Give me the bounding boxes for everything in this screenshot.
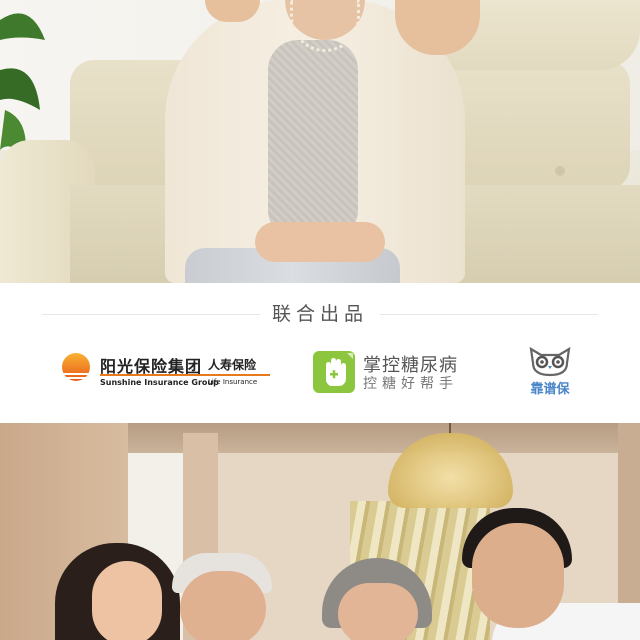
kaopubao-logo: 靠谱保 [525, 345, 575, 397]
zhangkong-logo: 掌控糖尿病 控糖好帮手 [313, 351, 493, 393]
page: 联合出品 阳光保险集团 人寿保险 Sunshine Insurance Grou… [0, 0, 640, 640]
grandfather-face [180, 571, 266, 640]
sun-icon [60, 353, 92, 381]
young-woman-face [92, 561, 162, 640]
sunshine-name-en: Sunshine Insurance Group [100, 378, 219, 387]
heading-row: 联合出品 [0, 297, 640, 331]
sunshine-underline [100, 374, 270, 376]
joint-production-section: 联合出品 阳光保险集团 人寿保险 Sunshine Insurance Grou… [0, 283, 640, 423]
divider-left [42, 314, 260, 315]
family-photo [0, 423, 640, 640]
plant-leaves [0, 13, 45, 158]
zhangkong-slogan: 控糖好帮手 [363, 376, 458, 392]
divider-right [380, 314, 598, 315]
kaopubao-name: 靠谱保 [530, 382, 570, 397]
elderly-woman-photo [0, 0, 640, 283]
grandmother-face [338, 583, 418, 640]
woman-vest [268, 40, 358, 240]
sunshine-name-en-sub: Life Insurance [208, 378, 258, 386]
section-heading: 联合出品 [271, 303, 368, 325]
hand-plus-icon [313, 351, 355, 393]
sofa-button [555, 166, 565, 176]
sunshine-name-cn-sub: 人寿保险 [208, 358, 257, 372]
sunshine-insurance-logo: 阳光保险集团 人寿保险 Sunshine Insurance Group Lif… [58, 351, 278, 391]
woman-hands [255, 222, 385, 262]
owl-icon [529, 346, 571, 377]
young-man-face [472, 523, 564, 628]
